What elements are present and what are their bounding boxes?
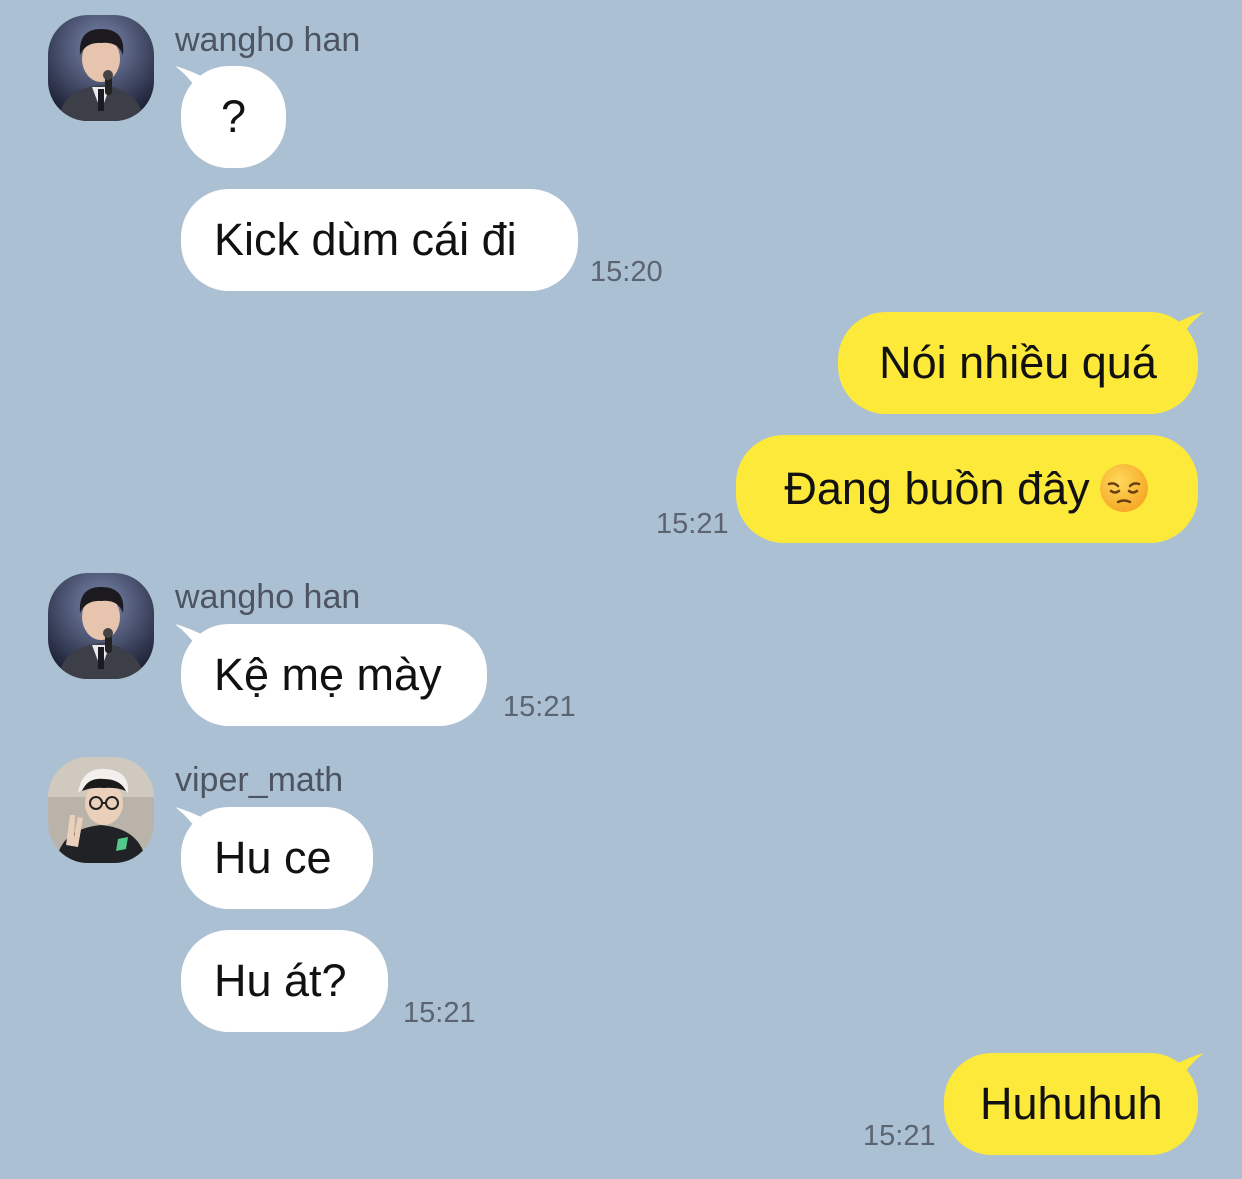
message-text: Hu át? [214, 955, 347, 1006]
message-text: ? [220, 91, 247, 142]
message-bubble[interactable]: Huhuhuh [944, 1053, 1198, 1155]
avatar-image [48, 573, 154, 679]
sender-name: wangho han [175, 21, 361, 59]
message-time: 15:21 [403, 997, 476, 1029]
sender-name: viper_math [175, 761, 344, 799]
message-text: Đang buồn đây [784, 463, 1090, 514]
message-time: 15:21 [863, 1120, 936, 1152]
message-bubble[interactable]: Hu át? [181, 930, 388, 1032]
message-bubble[interactable]: Đang buồn đây [736, 435, 1198, 543]
avatar-wangho-han[interactable] [48, 573, 154, 679]
message-bubble[interactable]: ? [181, 66, 286, 168]
message-bubble[interactable]: Nói nhiều quá [838, 312, 1198, 414]
avatar-viper-math[interactable] [48, 757, 154, 863]
message-bubble[interactable]: Hu ce [181, 807, 373, 909]
message-bubble[interactable]: Kick dùm cái đi [181, 189, 578, 291]
message-text: Hu ce [214, 832, 332, 883]
message-text: Huhuhuh [980, 1078, 1163, 1129]
message-time: 15:21 [656, 508, 729, 540]
avatar-image [48, 757, 154, 863]
pensive-face-emoji [1099, 464, 1148, 513]
avatar-wangho-han[interactable] [48, 15, 154, 121]
message-time: 15:20 [590, 256, 663, 288]
message-text: Kick dùm cái đi [214, 214, 517, 265]
message-time: 15:21 [503, 691, 576, 723]
message-text: Kệ mẹ mày [214, 649, 442, 700]
message-bubble[interactable]: Kệ mẹ mày [181, 624, 487, 726]
avatar-image [48, 15, 154, 121]
message-text: Nói nhiều quá [879, 337, 1157, 388]
sender-name: wangho han [175, 578, 361, 616]
